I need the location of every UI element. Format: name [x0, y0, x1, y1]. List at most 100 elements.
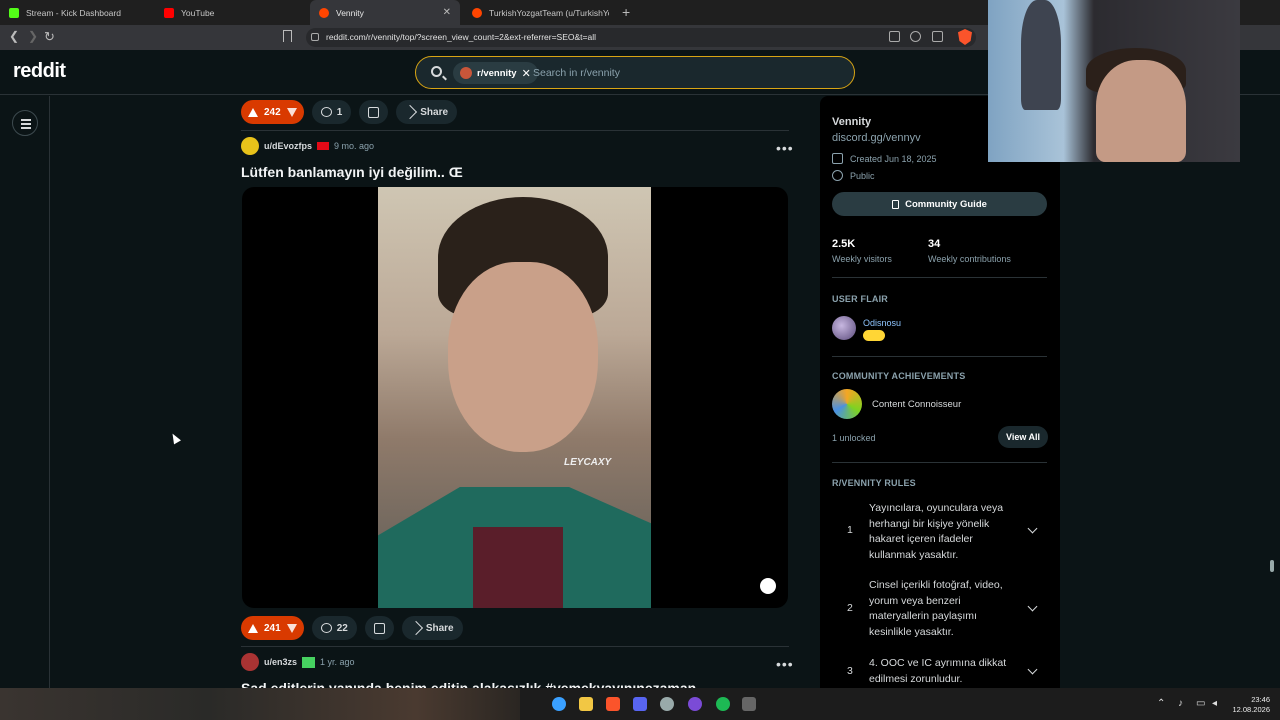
- app-icon[interactable]: [742, 697, 756, 711]
- tab-youtube[interactable]: YouTube: [155, 0, 310, 25]
- share-icon: [408, 620, 423, 636]
- view-all-button[interactable]: View All: [998, 426, 1048, 448]
- cast-icon[interactable]: [932, 31, 943, 42]
- crosspost-button[interactable]: [359, 100, 389, 124]
- post-title[interactable]: Lütfen banlamayın iyi değilim.. Œ: [241, 164, 789, 180]
- translate-icon[interactable]: [889, 31, 900, 42]
- share-button[interactable]: Share: [401, 616, 463, 640]
- post-author[interactable]: u/dEvozfps: [264, 141, 312, 151]
- share-label: Share: [425, 622, 454, 634]
- new-tab-button[interactable]: +: [622, 4, 630, 20]
- comment-count: 1: [336, 106, 343, 118]
- bookmark-icon[interactable]: [283, 30, 292, 42]
- network-icon[interactable]: ▭: [1196, 698, 1205, 709]
- chevron-up-icon[interactable]: ⌃: [1157, 698, 1165, 709]
- brave-icon[interactable]: [606, 697, 620, 711]
- folder-icon[interactable]: [579, 697, 593, 711]
- site-info-icon[interactable]: [311, 33, 319, 41]
- volume-icon[interactable]: [760, 578, 776, 594]
- flair-username[interactable]: Odisnosu: [863, 318, 901, 328]
- comments-button[interactable]: 1: [311, 100, 352, 124]
- rule-item[interactable]: 3 4. OOC ve IC ayrımına dikkat edilmesi …: [832, 656, 1047, 688]
- mic-icon[interactable]: ♪: [1178, 698, 1183, 709]
- share-button[interactable]: Share: [396, 100, 458, 124]
- spotify-icon[interactable]: [716, 697, 730, 711]
- system-clock[interactable]: 23:46 12.08.2026: [1232, 695, 1270, 715]
- edge-icon[interactable]: [552, 697, 566, 711]
- search-input[interactable]: Search in r/vennity: [533, 67, 620, 79]
- avatar[interactable]: [241, 137, 259, 155]
- share-label: Share: [420, 106, 449, 118]
- menu-icon[interactable]: [12, 110, 38, 136]
- visibility-row: Public: [832, 170, 875, 181]
- forward-icon[interactable]: ❯: [28, 29, 38, 43]
- url-field[interactable]: reddit.com/r/vennity/top/?screen_view_co…: [306, 28, 976, 47]
- comments-button[interactable]: 22: [311, 616, 357, 640]
- upvote-icon[interactable]: [248, 107, 258, 117]
- divider: [832, 277, 1047, 278]
- crosspost-button[interactable]: [364, 616, 394, 640]
- clock-date: 12.08.2026: [1232, 705, 1270, 714]
- rule-item[interactable]: 2 Cinsel içerikli fotoğraf, video, yorum…: [832, 578, 1047, 640]
- achievement-name: Content Connoisseur: [872, 399, 962, 410]
- search-icon: [431, 66, 442, 77]
- reddit-logo[interactable]: reddit: [13, 60, 66, 83]
- achievements-heading: COMMUNITY ACHIEVEMENTS: [832, 371, 966, 381]
- upvote-icon[interactable]: [248, 623, 258, 633]
- tab-title: TurkishYozgatTeam (u/TurkishYozgat: [489, 7, 609, 18]
- more-options-icon[interactable]: •••: [776, 656, 794, 672]
- chevron-down-icon[interactable]: [1027, 523, 1038, 534]
- flair-icon: [302, 656, 316, 668]
- tab-vennity[interactable]: Vennity ✕: [310, 0, 460, 25]
- remove-chip-icon[interactable]: ✕: [522, 67, 531, 80]
- vote-control: 242: [241, 100, 304, 124]
- divider: [832, 462, 1047, 463]
- post-time: 1 yr. ago: [320, 657, 355, 667]
- rule-number: 2: [847, 602, 853, 614]
- obs-icon[interactable]: [688, 697, 702, 711]
- reload-icon[interactable]: ↻: [44, 29, 55, 45]
- zoom-icon[interactable]: [910, 31, 921, 42]
- avatar[interactable]: [241, 653, 259, 671]
- community-link[interactable]: discord.gg/vennyv: [832, 132, 921, 144]
- community-guide-button[interactable]: Community Guide: [832, 192, 1047, 216]
- post-divider: [241, 130, 789, 131]
- post-action-bar: 241 22 Share: [241, 616, 463, 640]
- discord-icon[interactable]: [633, 697, 647, 711]
- video-player[interactable]: LEYCAXY: [242, 187, 788, 608]
- scrollbar-thumb[interactable]: [1270, 560, 1274, 572]
- close-icon[interactable]: ✕: [443, 7, 451, 18]
- stat-label: Weekly visitors: [832, 254, 892, 264]
- subreddit-chip[interactable]: r/vennity ✕: [453, 62, 538, 84]
- avatar[interactable]: [832, 316, 856, 340]
- back-icon[interactable]: ❮: [9, 29, 19, 43]
- volume-icon[interactable]: ◂: [1212, 698, 1217, 709]
- tab-kick-dashboard[interactable]: Stream - Kick Dashboard: [0, 0, 155, 25]
- community-name: Vennity: [832, 116, 872, 128]
- post-time: 9 mo. ago: [334, 141, 375, 151]
- tab-title: Vennity: [336, 7, 364, 18]
- share-icon: [403, 104, 418, 120]
- search-bar[interactable]: r/vennity ✕ Search in r/vennity: [415, 56, 855, 89]
- webcam-overlay: [988, 0, 1240, 162]
- video-watermark: LEYCAXY: [564, 457, 612, 468]
- app-icon[interactable]: [660, 697, 674, 711]
- downvote-icon[interactable]: [286, 623, 297, 633]
- created-row: Created Jun 18, 2025: [832, 153, 937, 164]
- rule-text: Yayıncılara, oyunculara veya herhangi bi…: [869, 502, 1004, 561]
- more-options-icon[interactable]: •••: [776, 140, 794, 156]
- tab-turkishyozgatteam[interactable]: TurkishYozgatTeam (u/TurkishYozgat: [463, 0, 618, 25]
- comment-icon: [320, 623, 332, 633]
- stat-value: 34: [928, 238, 941, 250]
- tab-title: YouTube: [181, 7, 215, 18]
- post-title[interactable]: Sad editlerin yanında benim editin alaka…: [241, 680, 789, 688]
- chevron-down-icon[interactable]: [1027, 601, 1038, 612]
- chevron-down-icon[interactable]: [1027, 664, 1038, 675]
- downvote-icon[interactable]: [286, 107, 297, 117]
- rule-item[interactable]: 1 Yayıncılara, oyunculara veya herhangi …: [832, 501, 1047, 563]
- taskbar-wallpaper: [0, 688, 520, 720]
- post-meta: u/dEvozfps 9 mo. ago: [241, 137, 374, 155]
- created-date: Created Jun 18, 2025: [850, 153, 937, 164]
- post-author[interactable]: u/en3zs: [264, 657, 297, 667]
- post-action-bar: 242 1 Share: [241, 100, 458, 124]
